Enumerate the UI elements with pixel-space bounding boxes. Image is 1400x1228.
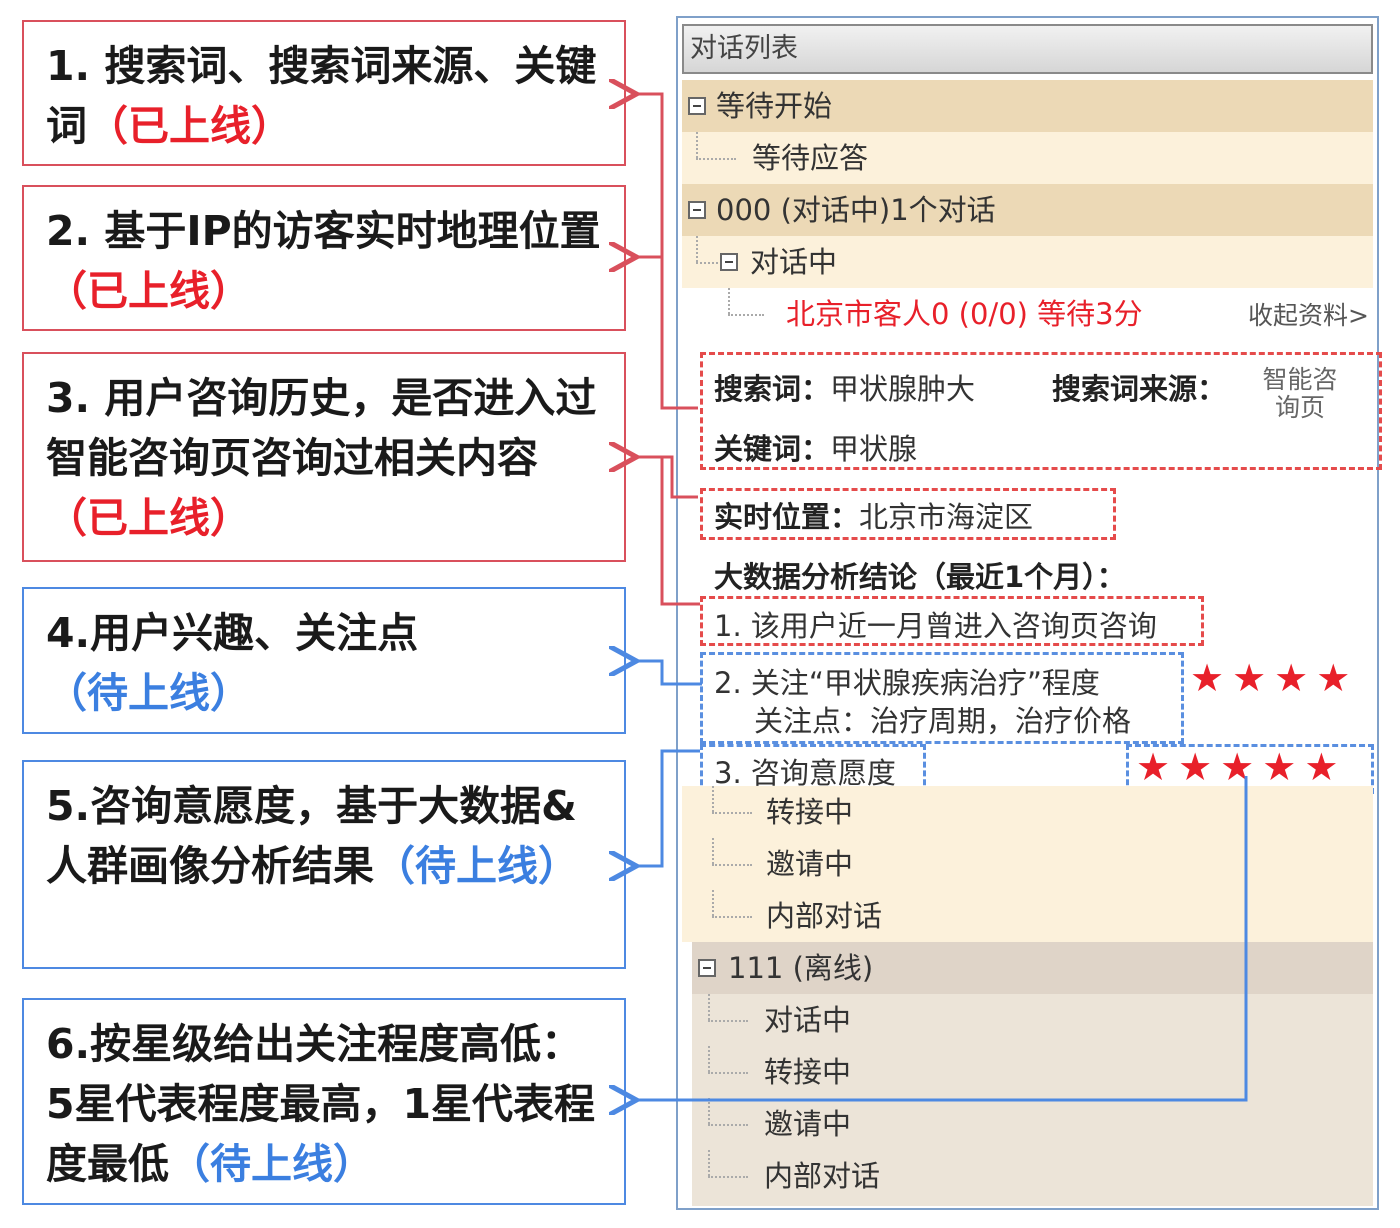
- blue-connectors: [634, 661, 1248, 1100]
- connector-arrows: [0, 0, 1248, 1228]
- red-connectors: [634, 94, 700, 606]
